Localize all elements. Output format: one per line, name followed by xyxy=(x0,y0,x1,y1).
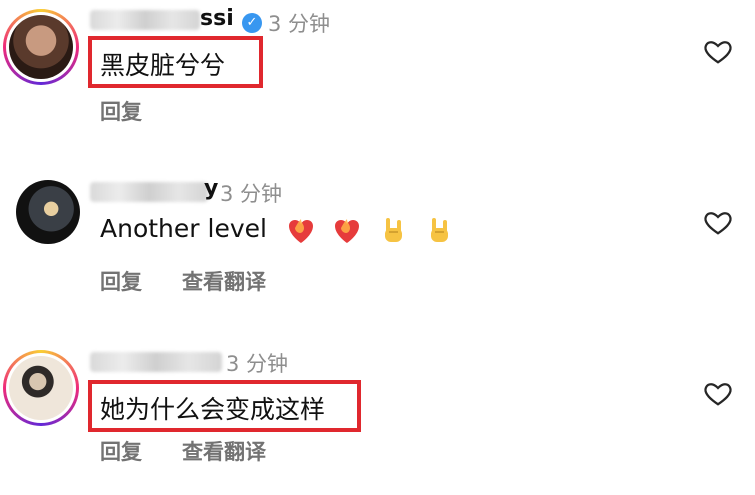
avatar[interactable] xyxy=(3,350,79,426)
see-translation-button[interactable]: 查看翻译 xyxy=(182,436,266,466)
comment-text: 她为什么会变成这样 xyxy=(100,395,326,424)
username-redacted[interactable] xyxy=(90,352,222,372)
like-heart-icon[interactable] xyxy=(702,378,734,408)
reply-button[interactable]: 回复 xyxy=(100,436,142,466)
comment-time: 3 分钟 xyxy=(226,352,289,376)
comment-item: 3 分钟 她为什么会变成这样 回复 查看翻译 xyxy=(0,0,755,495)
